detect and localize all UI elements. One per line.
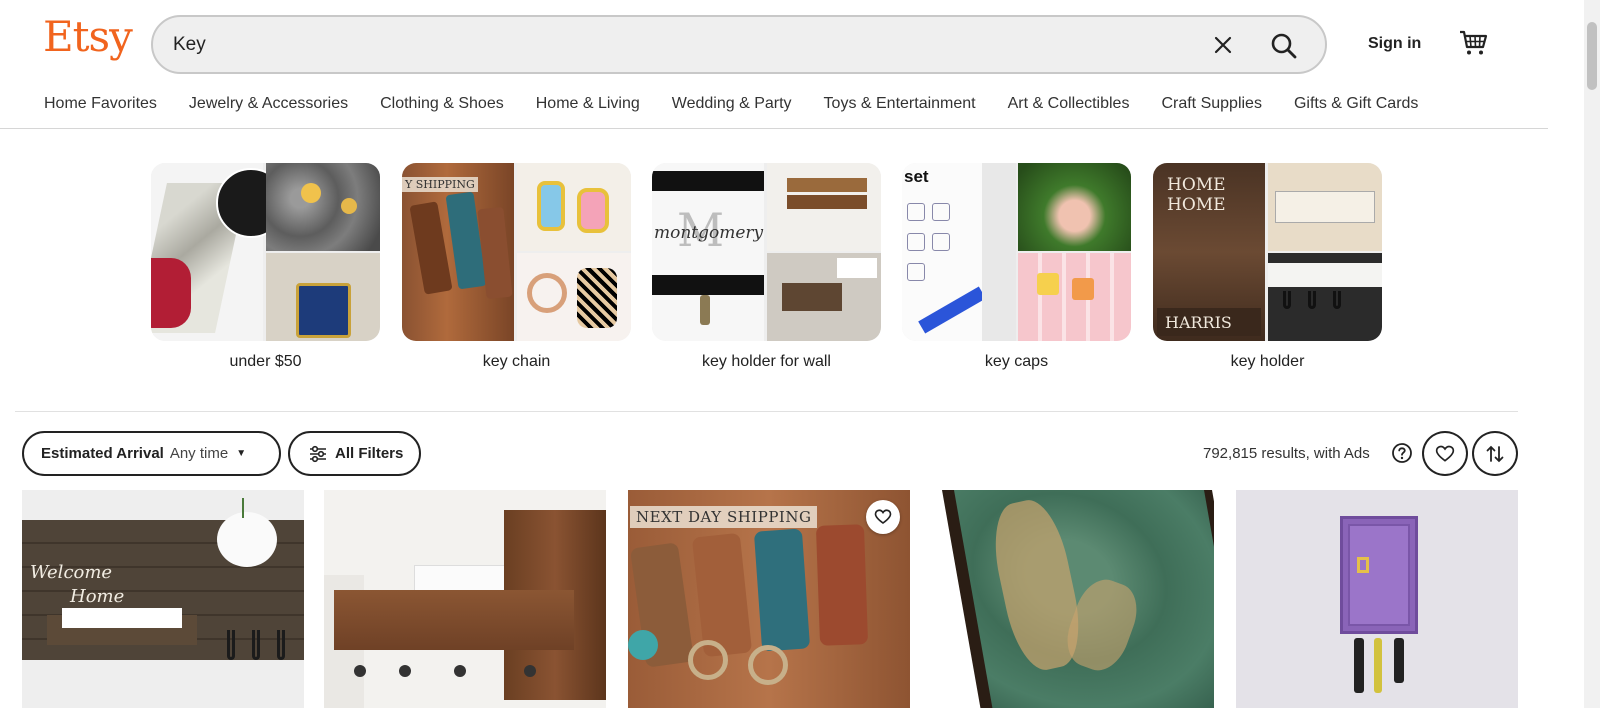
category-label: key caps — [984, 353, 1049, 370]
all-filters-button[interactable]: All Filters — [288, 431, 421, 476]
category-tile-key-chain[interactable]: Y SHIPPING key chain — [402, 163, 631, 371]
results-count: 792,815 results, with Ads — [1203, 445, 1370, 462]
search-input[interactable] — [173, 17, 1173, 72]
favorite-button[interactable] — [866, 500, 900, 534]
nav-home-living[interactable]: Home & Living — [536, 95, 640, 113]
category-label: key holder for wall — [702, 353, 831, 370]
category-tile-under-50[interactable]: under $50 — [151, 163, 380, 371]
cart-icon[interactable] — [1458, 28, 1488, 58]
related-searches: under $50 Y SHIPPING key chain M montgom… — [151, 163, 1383, 383]
scrollbar-thumb[interactable] — [1587, 22, 1597, 90]
listing-card[interactable] — [932, 490, 1214, 708]
caret-down-icon: ▼ — [236, 448, 247, 459]
category-image — [151, 163, 380, 341]
category-tile-key-caps[interactable]: set key caps — [902, 163, 1131, 371]
category-ribbon: Y SHIPPING — [402, 177, 478, 192]
help-icon[interactable] — [1391, 442, 1413, 464]
listing-card[interactable] — [324, 490, 606, 708]
estimated-arrival-dropdown[interactable]: Estimated Arrival Any time ▼ — [22, 431, 281, 476]
section-divider — [15, 411, 1518, 412]
nav-home-favorites[interactable]: Home Favorites — [44, 95, 157, 113]
nav-toys-entertainment[interactable]: Toys & Entertainment — [824, 95, 976, 113]
search-bar[interactable] — [151, 15, 1327, 74]
category-image: M montgomery — [652, 163, 881, 341]
nav-craft-supplies[interactable]: Craft Supplies — [1161, 95, 1262, 113]
sort-arrows-icon — [1486, 445, 1504, 462]
all-filters-label: All Filters — [335, 445, 404, 462]
arrival-value: Any time — [169, 445, 229, 462]
category-image: Y SHIPPING — [402, 163, 631, 341]
category-image: HOME HOME HARRIS — [1153, 163, 1382, 341]
nav-gifts-gift-cards[interactable]: Gifts & Gift Cards — [1294, 95, 1418, 113]
category-label: key holder — [1230, 353, 1305, 370]
arrival-label: Estimated Arrival — [41, 445, 164, 462]
nav-art-collectibles[interactable]: Art & Collectibles — [1008, 95, 1130, 113]
etsy-logo[interactable]: Etsy — [43, 16, 133, 58]
heart-icon — [1435, 445, 1455, 462]
sort-button[interactable] — [1472, 431, 1518, 476]
category-image: set — [902, 163, 1131, 341]
sign-in-link[interactable]: Sign in — [1368, 35, 1421, 53]
favorite-search-button[interactable] — [1422, 431, 1468, 476]
close-icon[interactable] — [1211, 33, 1235, 57]
category-label: under $50 — [229, 353, 302, 370]
nav-wedding-party[interactable]: Wedding & Party — [672, 95, 792, 113]
sliders-icon — [310, 445, 326, 462]
listing-card[interactable]: Welcome Home — [22, 490, 304, 708]
category-tile-key-holder[interactable]: HOME HOME HARRIS key holder — [1153, 163, 1382, 371]
page-scrollbar[interactable] — [1584, 0, 1600, 708]
header: Etsy Sign in Home Favorites Jewelry & Ac… — [0, 0, 1548, 129]
nav-jewelry-accessories[interactable]: Jewelry & Accessories — [189, 95, 348, 113]
category-tile-key-holder-for-wall[interactable]: M montgomery key holder for wall — [652, 163, 881, 371]
category-label: key chain — [482, 353, 551, 370]
listing-ribbon: NEXT DAY SHIPPING — [630, 506, 818, 528]
nav-clothing-shoes[interactable]: Clothing & Shoes — [380, 95, 504, 113]
category-nav: Home Favorites Jewelry & Accessories Clo… — [44, 95, 1450, 113]
heart-icon — [874, 509, 892, 525]
listing-card[interactable]: NEXT DAY SHIPPING — [628, 490, 910, 708]
search-icon[interactable] — [1269, 31, 1299, 61]
listing-card[interactable] — [1236, 490, 1518, 708]
